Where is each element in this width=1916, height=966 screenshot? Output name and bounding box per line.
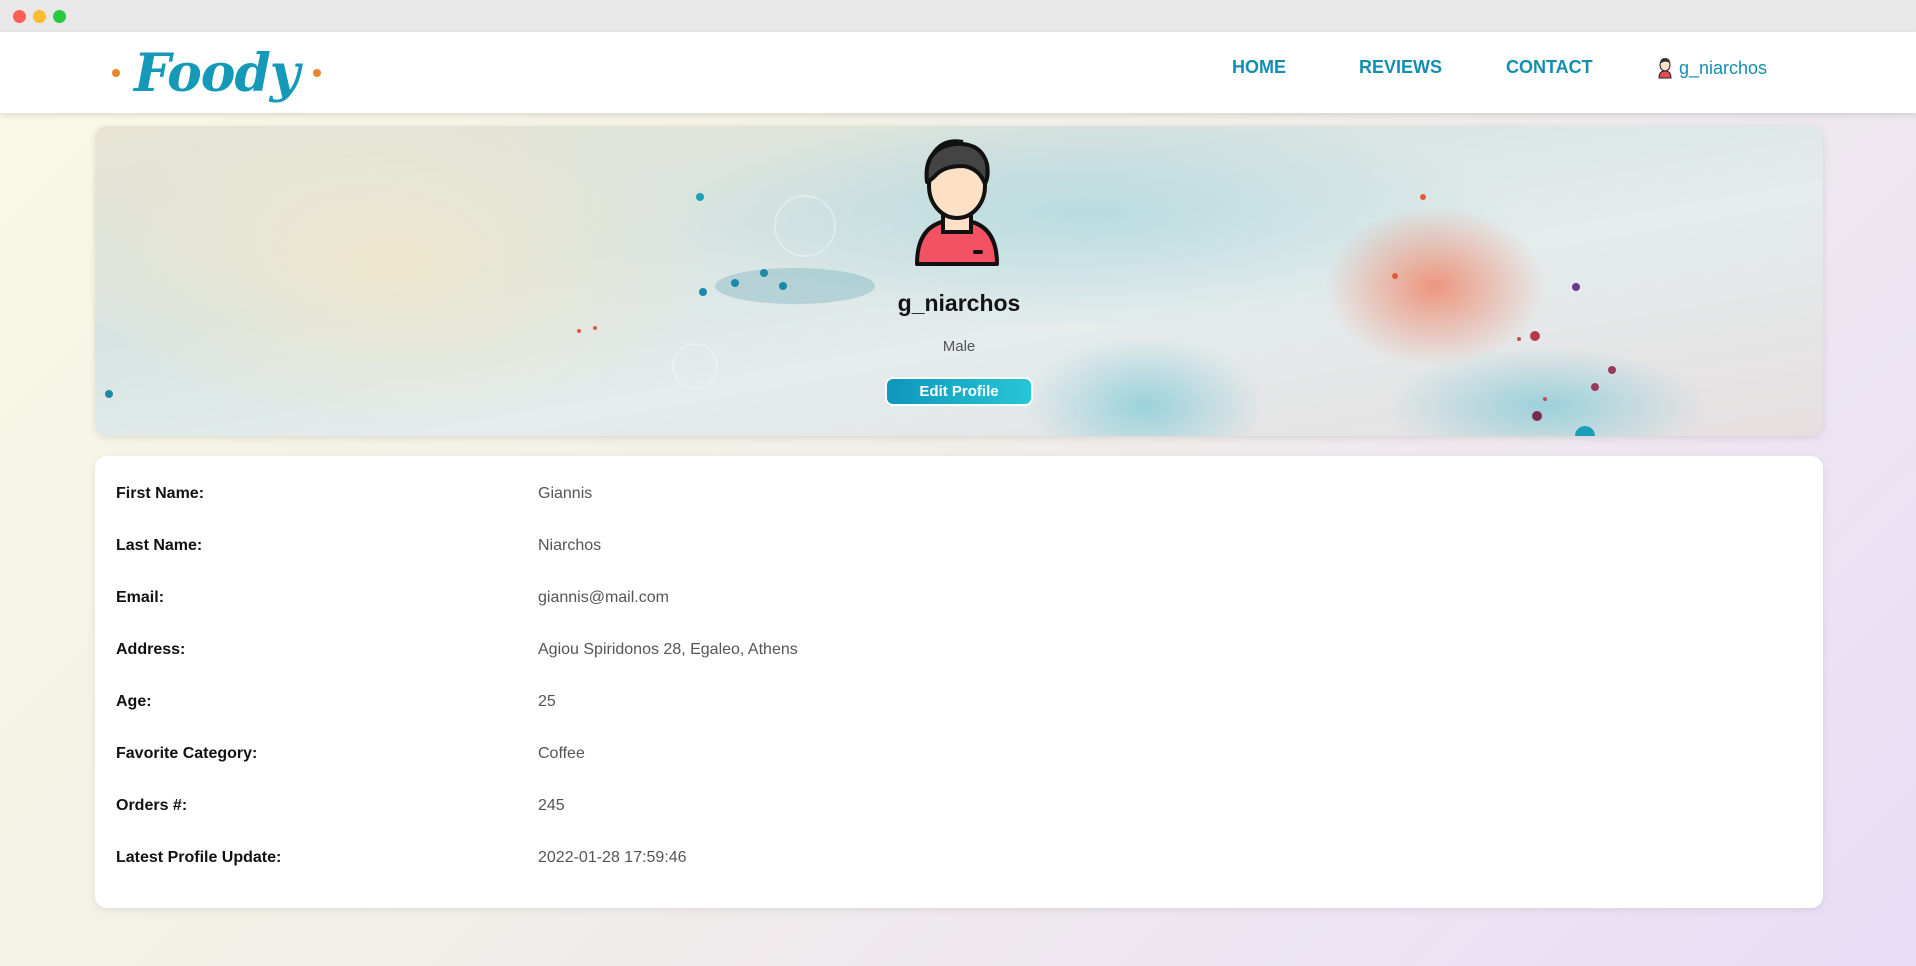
close-window-icon[interactable] <box>13 10 26 23</box>
detail-label: Age: <box>116 693 152 710</box>
user-avatar-icon <box>1658 58 1672 79</box>
detail-row-address: Address: Agiou Spiridonos 28, Egaleo, At… <box>95 641 1823 671</box>
logo-dot-right <box>313 69 322 77</box>
logo-dot-left <box>112 69 120 77</box>
nav-contact-link[interactable]: CONTACT <box>1506 57 1593 78</box>
detail-row-first-name: First Name: Giannis <box>95 485 1823 515</box>
profile-gender: Male <box>942 338 976 355</box>
detail-value: 2022-01-28 17:59:46 <box>538 849 687 866</box>
maximize-window-icon[interactable] <box>53 10 66 23</box>
detail-value: Niarchos <box>538 537 602 554</box>
window-title-bar <box>0 0 1916 32</box>
logo-text: Foody <box>134 42 300 104</box>
detail-value: Giannis <box>538 485 593 502</box>
detail-value: 25 <box>538 693 556 710</box>
detail-label: Latest Profile Update: <box>116 849 282 866</box>
detail-label: Last Name: <box>116 537 203 554</box>
top-navbar: Foody HOME REVIEWS CONTACT g_niarchos <box>0 32 1916 113</box>
profile-banner: g_niarchos Male Edit Profile <box>95 126 1823 436</box>
nav-home-link[interactable]: HOME <box>1232 57 1286 78</box>
detail-label: Orders #: <box>116 797 188 814</box>
detail-row-latest-update: Latest Profile Update: 2022-01-28 17:59:… <box>95 849 1823 879</box>
detail-value: giannis@mail.com <box>538 589 669 606</box>
minimize-window-icon[interactable] <box>33 10 46 23</box>
detail-label: First Name: <box>116 485 205 502</box>
detail-row-last-name: Last Name: Niarchos <box>95 537 1823 567</box>
detail-row-age: Age: 25 <box>95 693 1823 723</box>
detail-row-email: Email: giannis@mail.com <box>95 589 1823 619</box>
profile-details-card: First Name: Giannis Last Name: Niarchos … <box>95 456 1823 908</box>
nav-user-name: g_niarchos <box>1679 57 1768 78</box>
detail-value: Agiou Spiridonos 28, Egaleo, Athens <box>538 641 798 658</box>
nav-user-link[interactable]: g_niarchos <box>1656 57 1767 79</box>
detail-value: Coffee <box>538 745 585 762</box>
detail-label: Favorite Category: <box>116 745 258 762</box>
edit-profile-button[interactable]: Edit Profile <box>885 377 1033 406</box>
nav-reviews-link[interactable]: REVIEWS <box>1359 57 1442 78</box>
detail-label: Email: <box>116 589 165 606</box>
detail-row-orders: Orders #: 245 <box>95 797 1823 827</box>
detail-row-favorite-category: Favorite Category: Coffee <box>95 745 1823 775</box>
profile-username: g_niarchos <box>897 290 1021 316</box>
foody-logo[interactable]: Foody <box>112 40 322 106</box>
detail-label: Address: <box>116 641 186 658</box>
user-avatar-icon <box>915 139 999 266</box>
detail-value: 245 <box>538 797 565 814</box>
